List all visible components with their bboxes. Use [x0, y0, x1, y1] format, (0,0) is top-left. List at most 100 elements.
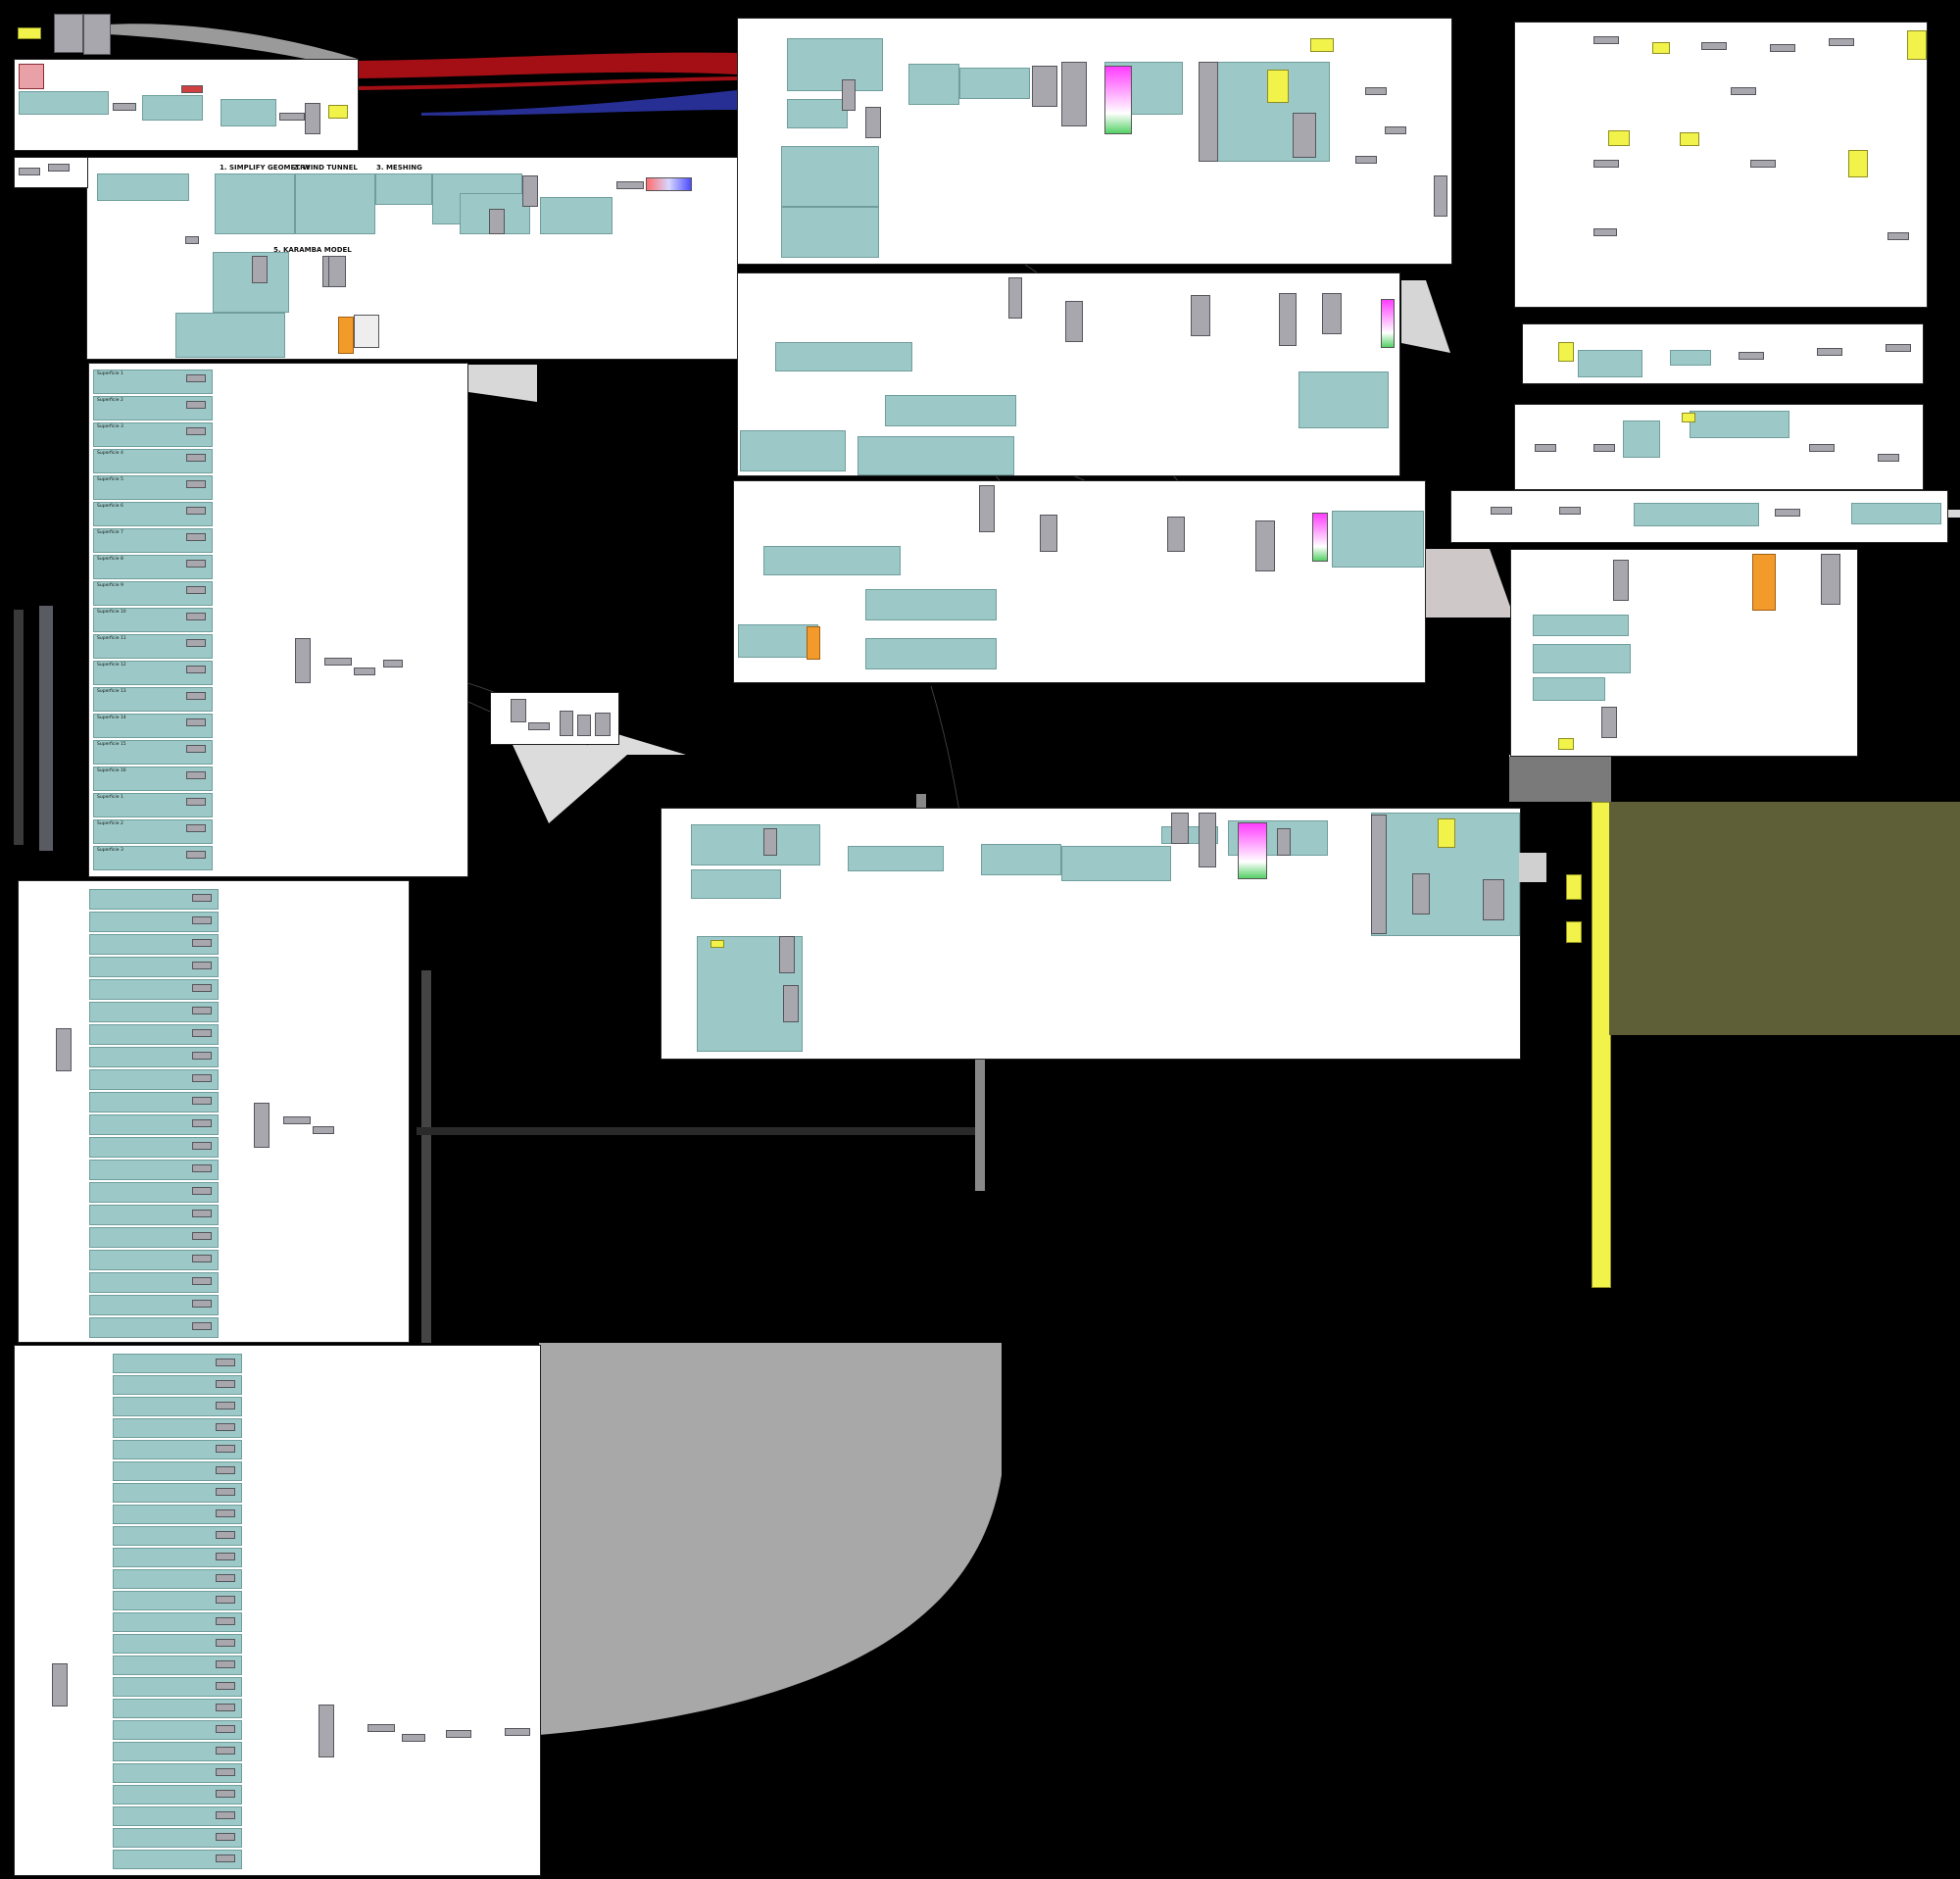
node-tall[interactable] — [1322, 293, 1342, 334]
group[interactable] — [959, 68, 1030, 99]
node[interactable] — [402, 1734, 425, 1742]
superficie-group[interactable] — [113, 1785, 242, 1805]
node-tall[interactable] — [560, 711, 573, 736]
node[interactable] — [1593, 160, 1619, 168]
superficie-group[interactable] — [89, 1092, 219, 1113]
superficie-group[interactable] — [113, 1440, 242, 1459]
note[interactable] — [1680, 132, 1699, 146]
node[interactable] — [368, 1724, 395, 1732]
superficie-group[interactable] — [113, 1742, 242, 1761]
node-tall[interactable] — [1199, 62, 1218, 162]
note[interactable] — [1566, 874, 1582, 900]
node[interactable] — [1731, 87, 1756, 95]
node-tall[interactable] — [979, 485, 995, 532]
node[interactable] — [19, 168, 40, 175]
superficie-group[interactable] — [113, 1505, 242, 1524]
superficie-group[interactable] — [89, 1227, 219, 1248]
node[interactable] — [1770, 44, 1795, 52]
group[interactable] — [848, 846, 944, 871]
node[interactable] — [186, 560, 206, 568]
group[interactable] — [1634, 503, 1759, 526]
orange-panel[interactable] — [1752, 554, 1776, 611]
merge-node[interactable] — [254, 1103, 270, 1148]
node-tall[interactable] — [865, 107, 881, 138]
superficie-group[interactable] — [89, 934, 219, 955]
superficie-group[interactable] — [113, 1677, 242, 1697]
long-yellow-note[interactable] — [1592, 802, 1611, 1288]
superficie-group[interactable]: Superficie 14 — [93, 714, 213, 738]
superficie-group[interactable]: Superficie 7 — [93, 528, 213, 553]
superficie-group[interactable] — [113, 1526, 242, 1546]
group[interactable] — [691, 824, 820, 865]
group[interactable] — [781, 146, 879, 207]
node-tall[interactable] — [1371, 815, 1387, 934]
node[interactable] — [216, 1380, 235, 1388]
node-tall[interactable] — [1040, 515, 1057, 552]
node[interactable] — [192, 1277, 212, 1285]
node[interactable] — [192, 1119, 212, 1127]
node[interactable] — [186, 745, 206, 753]
node[interactable] — [185, 236, 199, 244]
group[interactable] — [763, 546, 901, 575]
node[interactable] — [186, 718, 206, 726]
node-tall[interactable] — [1199, 813, 1216, 867]
group[interactable] — [295, 173, 375, 234]
superficie-group[interactable]: Superficie 10 — [93, 608, 213, 632]
superficie-group[interactable] — [113, 1591, 242, 1610]
superficie-group[interactable] — [89, 912, 219, 932]
superficie-group[interactable] — [89, 1024, 219, 1045]
superficie-group[interactable]: Superficie 3 — [93, 422, 213, 447]
superficie-group[interactable]: Superficie 8 — [93, 555, 213, 579]
superficie-group[interactable] — [113, 1354, 242, 1373]
node-tall[interactable] — [83, 14, 111, 55]
node[interactable] — [216, 1596, 235, 1604]
node[interactable] — [1775, 509, 1800, 517]
note[interactable] — [1438, 818, 1455, 848]
node-tall[interactable] — [1032, 66, 1057, 107]
superficie-group[interactable] — [89, 1205, 219, 1225]
node[interactable] — [186, 771, 206, 779]
superficie-group[interactable] — [89, 1002, 219, 1022]
group[interactable] — [215, 173, 295, 234]
merge-node[interactable] — [295, 638, 311, 683]
node-tall[interactable] — [1279, 293, 1297, 346]
superficie-group[interactable]: Superficie 13 — [93, 687, 213, 712]
node[interactable] — [216, 1833, 235, 1841]
node[interactable] — [216, 1768, 235, 1776]
group[interactable] — [220, 99, 276, 126]
node[interactable] — [192, 1074, 212, 1082]
node[interactable] — [1593, 444, 1615, 452]
node[interactable] — [186, 586, 206, 594]
node[interactable] — [216, 1639, 235, 1647]
node[interactable] — [192, 1097, 212, 1105]
node[interactable] — [186, 427, 206, 435]
node[interactable] — [216, 1574, 235, 1582]
node-tall[interactable] — [328, 256, 346, 287]
node[interactable] — [1365, 87, 1387, 95]
node[interactable] — [1886, 344, 1911, 352]
superficie-group[interactable] — [113, 1569, 242, 1589]
merge-node[interactable] — [318, 1705, 334, 1757]
superficie-group[interactable] — [113, 1483, 242, 1503]
group[interactable] — [540, 197, 612, 234]
superficie-group[interactable] — [113, 1720, 242, 1740]
node[interactable] — [216, 1488, 235, 1496]
superficie-group[interactable]: Superficie 1 — [93, 793, 213, 817]
superficie-group[interactable] — [113, 1548, 242, 1567]
node[interactable] — [186, 374, 206, 382]
node[interactable] — [192, 1142, 212, 1150]
node[interactable] — [1355, 156, 1377, 164]
note[interactable] — [1267, 70, 1289, 103]
node[interactable] — [1535, 444, 1556, 452]
superficie-group[interactable] — [89, 1250, 219, 1270]
superficie-group[interactable]: Superficie 2 — [93, 396, 213, 420]
node[interactable] — [1750, 160, 1776, 168]
node-tall[interactable] — [489, 209, 505, 234]
node[interactable] — [216, 1725, 235, 1733]
node[interactable] — [216, 1811, 235, 1819]
superficie-group[interactable] — [113, 1397, 242, 1416]
node[interactable] — [113, 103, 136, 111]
node[interactable] — [324, 658, 352, 666]
note[interactable] — [1558, 738, 1574, 750]
node-tall[interactable] — [1171, 813, 1189, 844]
